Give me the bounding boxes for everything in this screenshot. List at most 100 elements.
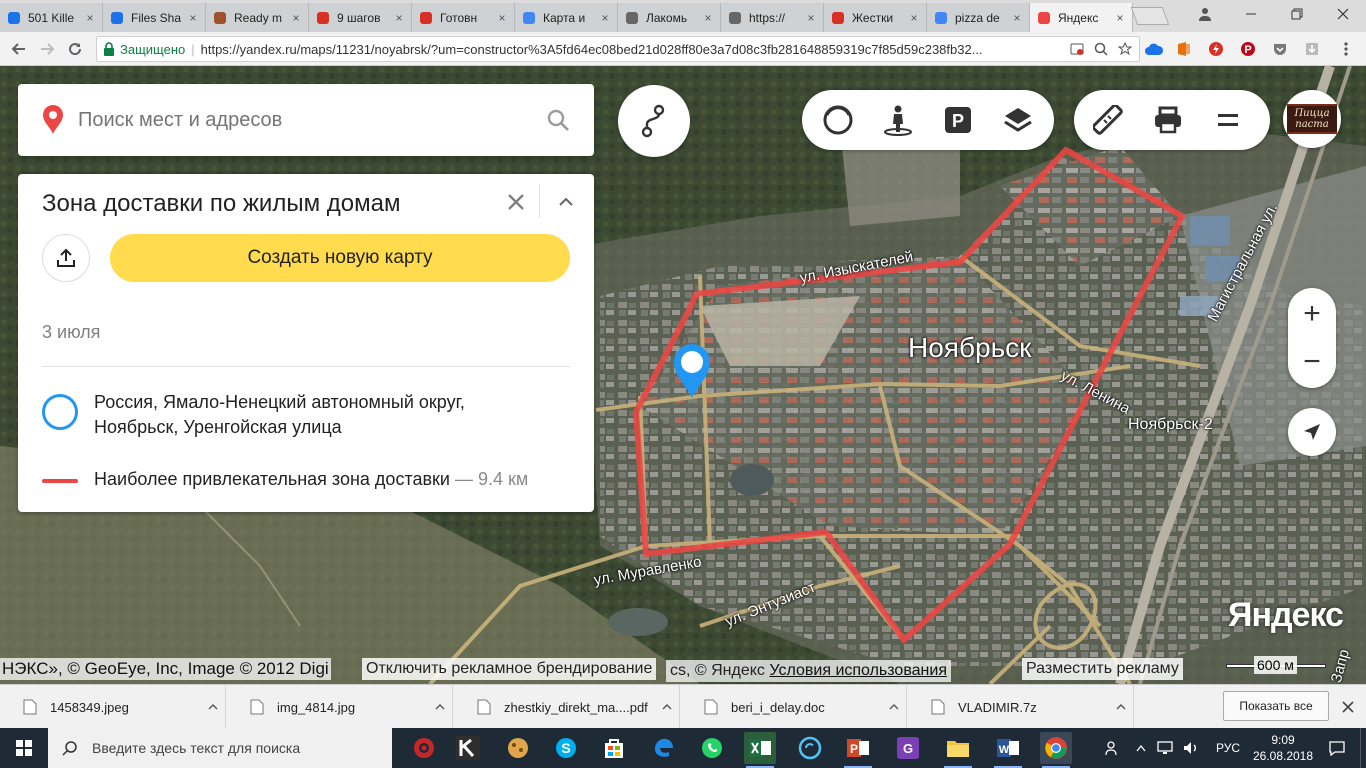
collapse-panel-button[interactable] [552,188,580,216]
chevron-up-icon[interactable] [1109,704,1133,710]
extension-flash-icon[interactable] [1206,39,1226,59]
chevron-up-icon[interactable] [655,704,679,710]
search-icon[interactable] [546,108,570,132]
chevron-up-icon[interactable] [428,704,452,710]
browser-tab[interactable]: Яндекс × [1030,3,1133,32]
taskbar-search[interactable] [48,728,392,768]
taskbar-app-edge[interactable] [648,732,680,764]
zoom-out-button[interactable]: − [1288,338,1336,386]
close-downloads-bar-button[interactable] [1336,695,1360,719]
create-new-map-button[interactable]: Создать новую карту [110,234,570,282]
taskbar-app-chrome[interactable] [1040,732,1072,768]
taskbar-search-input[interactable] [92,740,372,756]
download-extension-icon[interactable] [1302,39,1322,59]
zoom-icon[interactable] [1091,39,1111,59]
panorama-button[interactable] [818,100,858,140]
address-bar[interactable]: Защищено | https://yandex.ru/maps/11231/… [96,36,1140,62]
tab-close-icon[interactable]: × [805,11,817,25]
download-item[interactable]: VLADIMIR.7z [908,685,1134,729]
taskbar-app-sync[interactable] [794,732,826,764]
close-panel-button[interactable] [502,188,530,216]
parking-button[interactable]: P [938,100,978,140]
taskbar-app-kaspersky[interactable] [452,732,484,764]
show-desktop-button[interactable] [1360,728,1366,768]
people-icon[interactable] [1098,728,1128,768]
restore-button[interactable] [1274,0,1320,28]
bookmark-star-icon[interactable] [1115,39,1135,59]
tab-close-icon[interactable]: × [84,11,96,25]
pizza-pasta-brand-logo[interactable]: Пицца паста [1283,90,1341,148]
start-button[interactable] [0,728,48,768]
extension-office-icon[interactable] [1174,39,1194,59]
extension-cloud-icon[interactable] [1144,39,1164,59]
taskbar-app-powerpoint[interactable]: P [842,732,874,768]
route-button[interactable] [618,85,690,157]
taskbar-clock[interactable]: 9:09 26.08.2018 [1252,732,1314,764]
secure-indicator[interactable]: Защищено [103,42,185,57]
tab-close-icon[interactable]: × [1011,11,1023,25]
street-view-button[interactable] [878,100,918,140]
tab-close-icon[interactable]: × [1114,11,1126,25]
chevron-up-icon[interactable] [201,704,225,710]
new-tab-button[interactable] [1130,7,1170,25]
cookie-blocked-icon[interactable] [1067,39,1087,59]
back-button[interactable] [8,38,30,60]
browser-tab[interactable]: Лакомь × [618,3,721,32]
browser-tab[interactable]: pizza de × [927,3,1030,32]
close-window-button[interactable] [1320,0,1366,28]
url-text[interactable]: https://yandex.ru/maps/11231/noyabrsk/?u… [201,42,1067,57]
taskbar-app-whatsapp[interactable] [696,732,728,764]
network-icon[interactable] [1154,728,1176,768]
taskbar-app-skype[interactable]: S [550,732,582,764]
tab-close-icon[interactable]: × [599,11,611,25]
browser-tab[interactable]: 9 шагов × [309,3,412,32]
language-indicator[interactable]: РУС [1210,728,1246,768]
download-item[interactable]: img_4814.jpg [227,685,453,729]
tray-chevron-up-icon[interactable] [1130,728,1152,768]
share-button[interactable] [42,234,90,282]
tab-close-icon[interactable]: × [187,11,199,25]
geolocation-button[interactable] [1288,408,1336,456]
profile-icon[interactable] [1182,0,1228,28]
browser-tab[interactable]: Карта и × [515,3,618,32]
reload-button[interactable] [64,38,86,60]
browser-tab[interactable]: https:// × [721,3,824,32]
tab-close-icon[interactable]: × [290,11,302,25]
download-item[interactable]: 1458349.jpeg [0,685,226,729]
placemark-circle-icon[interactable] [42,394,78,430]
minimize-button[interactable] [1228,0,1274,28]
chevron-up-icon[interactable] [882,704,906,710]
tab-close-icon[interactable]: × [908,11,920,25]
tab-close-icon[interactable]: × [496,11,508,25]
extension-pocket-icon[interactable] [1270,39,1290,59]
ruler-button[interactable] [1088,100,1128,140]
taskbar-app-gpu[interactable]: G [892,732,924,764]
map-search-input[interactable] [78,108,546,132]
download-item[interactable]: beri_i_delay.doc [681,685,907,729]
browser-menu-icon[interactable] [1336,39,1356,59]
taskbar-app-chromium[interactable] [502,732,534,764]
menu-button[interactable] [1208,100,1248,140]
browser-tab[interactable]: Ready m × [206,3,309,32]
volume-icon[interactable] [1180,728,1202,768]
disable-branding-button[interactable]: Отключить рекламное брендирование [362,658,657,680]
place-ad-button[interactable]: Разместить рекламу [1022,658,1183,680]
show-all-downloads-button[interactable]: Показать все [1223,691,1329,721]
tab-close-icon[interactable]: × [702,11,714,25]
map-layers-button[interactable] [998,100,1038,140]
taskbar-app-explorer[interactable] [942,732,974,768]
browser-tab[interactable]: 501 Kille × [0,3,103,32]
browser-tab[interactable]: Готовн × [412,3,515,32]
forward-button[interactable] [36,38,58,60]
pinterest-icon[interactable]: P [1238,39,1258,59]
tab-close-icon[interactable]: × [393,11,405,25]
zoom-in-button[interactable]: + [1288,290,1336,338]
terms-of-use-link[interactable]: Условия использования [769,662,947,680]
print-button[interactable] [1148,100,1188,140]
map-viewport[interactable]: ул. Изыскателей ул. Ленина ул. Муравленк… [0,66,1366,684]
download-item[interactable]: zhestkiy_direkt_ma....pdf [454,685,680,729]
taskbar-app-word[interactable]: W [992,732,1024,768]
browser-tab[interactable]: Files Sha × [103,3,206,32]
placemark-address[interactable]: Россия, Ямало-Ненецкий автономный округ,… [94,390,554,440]
notifications-icon[interactable] [1322,728,1352,768]
